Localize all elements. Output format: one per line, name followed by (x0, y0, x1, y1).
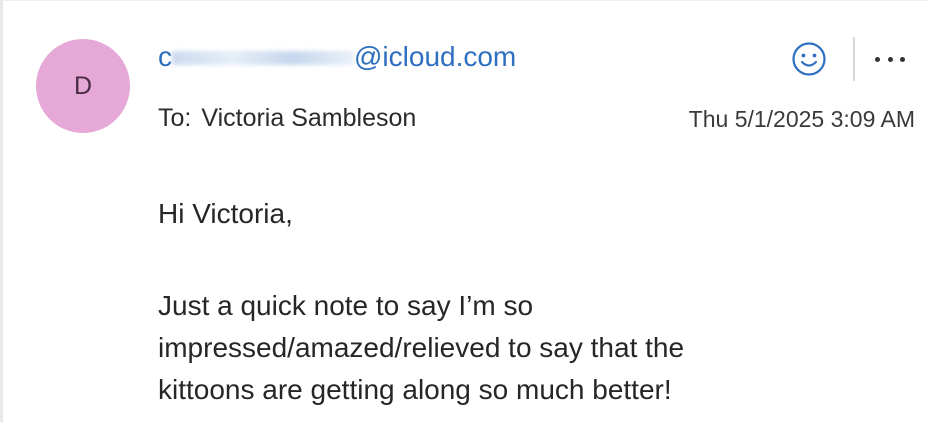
dot (875, 56, 880, 62)
message-greeting: Hi Victoria, (158, 198, 293, 229)
more-options-icon[interactable] (875, 45, 905, 73)
dot (900, 56, 905, 62)
dot (887, 56, 893, 62)
sender-email-start: c (158, 41, 172, 72)
message-line: Just a quick note to say I’m so (158, 290, 534, 321)
redacted-email-part: xxxxxxxxxxxxx (172, 41, 354, 73)
toolbar-divider (853, 37, 855, 81)
avatar-initial: D (73, 71, 93, 100)
sender-email-domain: @icloud.com (354, 41, 517, 72)
message-timestamp: Thu 5/1/2025 3:09 AM (688, 106, 915, 132)
message-line: impressed/amazed/relieved to say that th… (158, 332, 685, 363)
message-body: Just a quick note to say I’m so impresse… (158, 285, 684, 411)
recipient-line: To: Victoria Sambleson (158, 104, 416, 133)
email-message-view: D cxxxxxxxxxxxxx@icloud.com To: Victoria … (0, 0, 928, 422)
smiley-icon[interactable] (791, 41, 827, 77)
message-line: kittoons are getting along so much bette… (158, 374, 672, 405)
sender-avatar[interactable]: D (36, 39, 130, 133)
to-label: To: (158, 104, 192, 132)
sender-email[interactable]: cxxxxxxxxxxxxx@icloud.com (158, 41, 516, 73)
recipient-name[interactable]: Victoria Sambleson (201, 104, 416, 132)
